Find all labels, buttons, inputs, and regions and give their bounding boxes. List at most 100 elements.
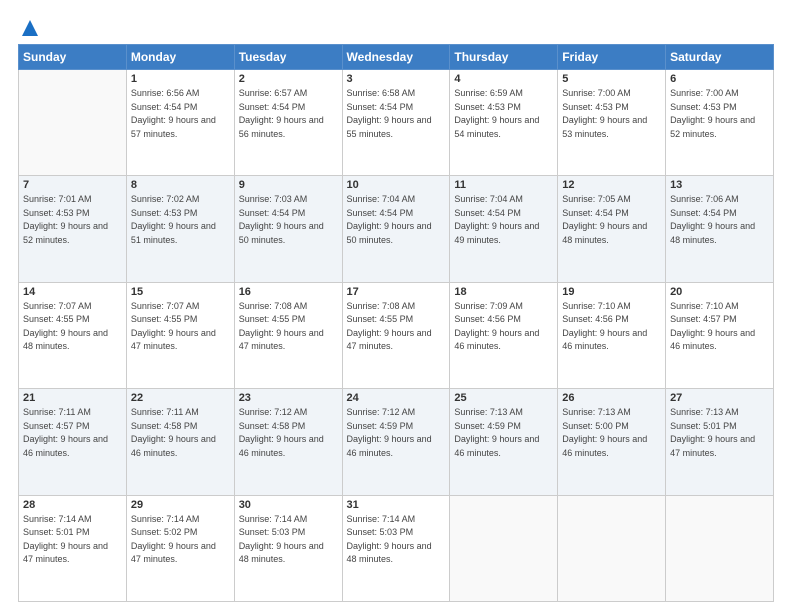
day-number: 1 [131, 73, 230, 85]
day-info: Sunrise: 6:56 AMSunset: 4:54 PMDaylight:… [131, 87, 230, 141]
day-info: Sunrise: 7:04 AMSunset: 4:54 PMDaylight:… [347, 193, 446, 247]
day-number: 16 [239, 286, 338, 298]
calendar-cell: 10 Sunrise: 7:04 AMSunset: 4:54 PMDayligh… [342, 176, 450, 282]
day-info: Sunrise: 7:14 AMSunset: 5:02 PMDaylight:… [131, 513, 230, 567]
day-number: 26 [562, 392, 661, 404]
calendar-cell: 11 Sunrise: 7:04 AMSunset: 4:54 PMDayligh… [450, 176, 558, 282]
calendar-cell: 26 Sunrise: 7:13 AMSunset: 5:00 PMDayligh… [558, 389, 666, 495]
day-number: 30 [239, 499, 338, 511]
day-number: 19 [562, 286, 661, 298]
calendar-cell: 30 Sunrise: 7:14 AMSunset: 5:03 PMDayligh… [234, 495, 342, 601]
day-number: 25 [454, 392, 553, 404]
day-number: 6 [670, 73, 769, 85]
day-info: Sunrise: 6:58 AMSunset: 4:54 PMDaylight:… [347, 87, 446, 141]
calendar-cell: 13 Sunrise: 7:06 AMSunset: 4:54 PMDayligh… [666, 176, 774, 282]
day-number: 11 [454, 179, 553, 191]
calendar-header-monday: Monday [126, 45, 234, 70]
day-info: Sunrise: 6:57 AMSunset: 4:54 PMDaylight:… [239, 87, 338, 141]
calendar-week-row: 14 Sunrise: 7:07 AMSunset: 4:55 PMDayligh… [19, 282, 774, 388]
calendar-cell [19, 70, 127, 176]
day-number: 12 [562, 179, 661, 191]
day-number: 21 [23, 392, 122, 404]
day-number: 8 [131, 179, 230, 191]
calendar-cell: 2 Sunrise: 6:57 AMSunset: 4:54 PMDaylight… [234, 70, 342, 176]
logo [18, 18, 40, 38]
day-info: Sunrise: 7:00 AMSunset: 4:53 PMDaylight:… [562, 87, 661, 141]
calendar-cell: 22 Sunrise: 7:11 AMSunset: 4:58 PMDayligh… [126, 389, 234, 495]
calendar-cell [558, 495, 666, 601]
calendar-cell: 31Sunrise: 7:14 AMSunset: 5:03 PMDayligh… [342, 495, 450, 601]
calendar-cell: 15 Sunrise: 7:07 AMSunset: 4:55 PMDayligh… [126, 282, 234, 388]
calendar-cell: 29Sunrise: 7:14 AMSunset: 5:02 PMDayligh… [126, 495, 234, 601]
header [18, 18, 774, 38]
day-number: 24 [347, 392, 446, 404]
day-number: 10 [347, 179, 446, 191]
calendar-cell: 9 Sunrise: 7:03 AMSunset: 4:54 PMDaylight… [234, 176, 342, 282]
calendar-cell: 20Sunrise: 7:10 AMSunset: 4:57 PMDayligh… [666, 282, 774, 388]
day-number: 22 [131, 392, 230, 404]
day-info: Sunrise: 7:12 AMSunset: 4:58 PMDaylight:… [239, 406, 338, 460]
day-number: 15 [131, 286, 230, 298]
calendar-cell [666, 495, 774, 601]
day-info: Sunrise: 7:07 AMSunset: 4:55 PMDaylight:… [131, 300, 230, 354]
calendar-week-row: 21Sunrise: 7:11 AMSunset: 4:57 PMDayligh… [19, 389, 774, 495]
day-info: Sunrise: 7:00 AMSunset: 4:53 PMDaylight:… [670, 87, 769, 141]
calendar-week-row: 28Sunrise: 7:14 AMSunset: 5:01 PMDayligh… [19, 495, 774, 601]
day-info: Sunrise: 7:10 AMSunset: 4:56 PMDaylight:… [562, 300, 661, 354]
day-number: 5 [562, 73, 661, 85]
day-info: Sunrise: 7:06 AMSunset: 4:54 PMDaylight:… [670, 193, 769, 247]
day-info: Sunrise: 7:14 AMSunset: 5:03 PMDaylight:… [239, 513, 338, 567]
day-info: Sunrise: 7:10 AMSunset: 4:57 PMDaylight:… [670, 300, 769, 354]
day-number: 3 [347, 73, 446, 85]
calendar-cell: 6 Sunrise: 7:00 AMSunset: 4:53 PMDaylight… [666, 70, 774, 176]
day-info: Sunrise: 7:09 AMSunset: 4:56 PMDaylight:… [454, 300, 553, 354]
day-info: Sunrise: 7:13 AMSunset: 5:01 PMDaylight:… [670, 406, 769, 460]
day-number: 7 [23, 179, 122, 191]
calendar-header-tuesday: Tuesday [234, 45, 342, 70]
calendar-cell: 18 Sunrise: 7:09 AMSunset: 4:56 PMDayligh… [450, 282, 558, 388]
day-info: Sunrise: 7:08 AMSunset: 4:55 PMDaylight:… [239, 300, 338, 354]
calendar-cell: 19 Sunrise: 7:10 AMSunset: 4:56 PMDayligh… [558, 282, 666, 388]
logo-icon [20, 18, 40, 38]
day-number: 14 [23, 286, 122, 298]
calendar-header-thursday: Thursday [450, 45, 558, 70]
calendar: SundayMondayTuesdayWednesdayThursdayFrid… [18, 44, 774, 602]
calendar-cell: 16 Sunrise: 7:08 AMSunset: 4:55 PMDayligh… [234, 282, 342, 388]
calendar-cell: 21Sunrise: 7:11 AMSunset: 4:57 PMDayligh… [19, 389, 127, 495]
day-info: Sunrise: 7:12 AMSunset: 4:59 PMDaylight:… [347, 406, 446, 460]
calendar-header-wednesday: Wednesday [342, 45, 450, 70]
calendar-header-sunday: Sunday [19, 45, 127, 70]
day-info: Sunrise: 7:04 AMSunset: 4:54 PMDaylight:… [454, 193, 553, 247]
day-number: 23 [239, 392, 338, 404]
day-info: Sunrise: 7:08 AMSunset: 4:55 PMDaylight:… [347, 300, 446, 354]
calendar-cell: 3 Sunrise: 6:58 AMSunset: 4:54 PMDaylight… [342, 70, 450, 176]
calendar-cell: 7Sunrise: 7:01 AMSunset: 4:53 PMDaylight… [19, 176, 127, 282]
calendar-cell: 27 Sunrise: 7:13 AMSunset: 5:01 PMDayligh… [666, 389, 774, 495]
day-number: 28 [23, 499, 122, 511]
day-info: Sunrise: 7:07 AMSunset: 4:55 PMDaylight:… [23, 300, 122, 354]
calendar-cell: 24 Sunrise: 7:12 AMSunset: 4:59 PMDayligh… [342, 389, 450, 495]
day-number: 9 [239, 179, 338, 191]
day-number: 4 [454, 73, 553, 85]
calendar-cell: 28Sunrise: 7:14 AMSunset: 5:01 PMDayligh… [19, 495, 127, 601]
day-info: Sunrise: 7:11 AMSunset: 4:58 PMDaylight:… [131, 406, 230, 460]
calendar-header-friday: Friday [558, 45, 666, 70]
day-number: 13 [670, 179, 769, 191]
calendar-cell: 4 Sunrise: 6:59 AMSunset: 4:53 PMDaylight… [450, 70, 558, 176]
day-info: Sunrise: 7:02 AMSunset: 4:53 PMDaylight:… [131, 193, 230, 247]
day-info: Sunrise: 7:03 AMSunset: 4:54 PMDaylight:… [239, 193, 338, 247]
day-info: Sunrise: 7:13 AMSunset: 4:59 PMDaylight:… [454, 406, 553, 460]
day-number: 18 [454, 286, 553, 298]
calendar-cell: 1 Sunrise: 6:56 AMSunset: 4:54 PMDaylight… [126, 70, 234, 176]
day-number: 17 [347, 286, 446, 298]
calendar-cell: 8 Sunrise: 7:02 AMSunset: 4:53 PMDaylight… [126, 176, 234, 282]
day-info: Sunrise: 7:05 AMSunset: 4:54 PMDaylight:… [562, 193, 661, 247]
day-info: Sunrise: 6:59 AMSunset: 4:53 PMDaylight:… [454, 87, 553, 141]
day-number: 2 [239, 73, 338, 85]
day-number: 27 [670, 392, 769, 404]
calendar-cell [450, 495, 558, 601]
day-info: Sunrise: 7:13 AMSunset: 5:00 PMDaylight:… [562, 406, 661, 460]
calendar-cell: 23 Sunrise: 7:12 AMSunset: 4:58 PMDayligh… [234, 389, 342, 495]
calendar-header-saturday: Saturday [666, 45, 774, 70]
calendar-week-row: 1 Sunrise: 6:56 AMSunset: 4:54 PMDaylight… [19, 70, 774, 176]
